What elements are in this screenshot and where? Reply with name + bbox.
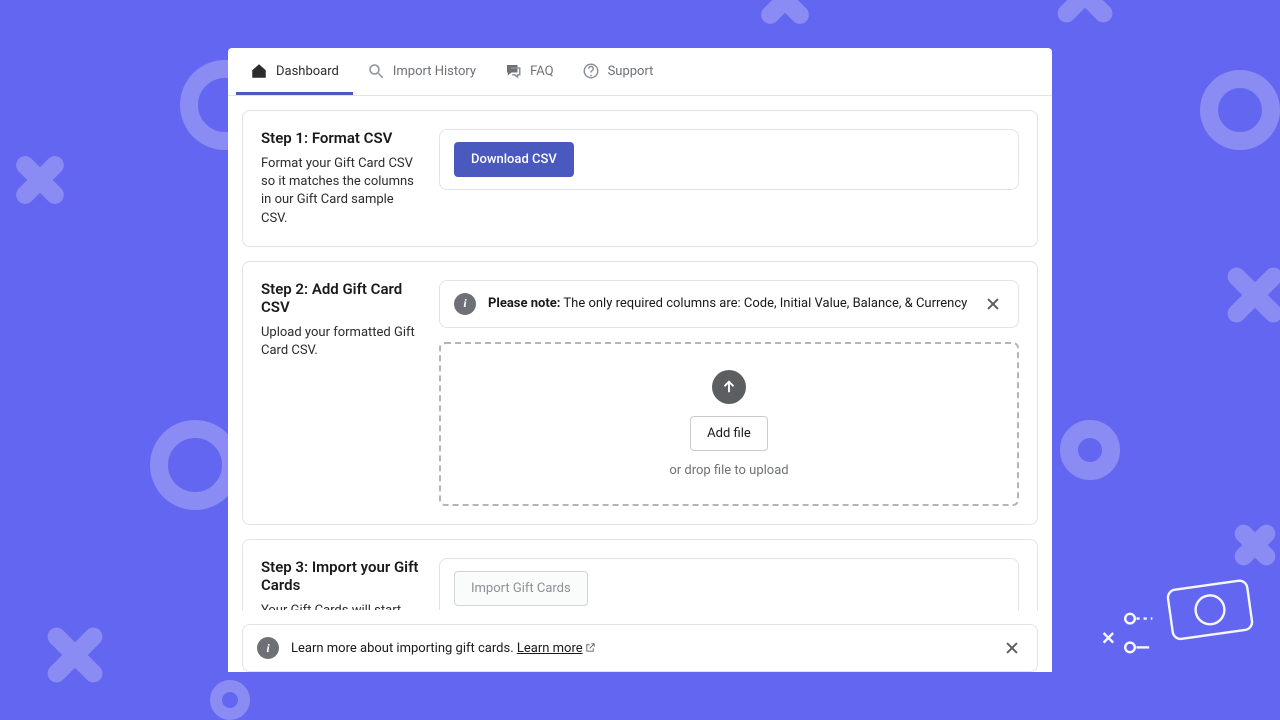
info-icon: i xyxy=(257,637,279,659)
required-columns-note: i Please note: The only required columns… xyxy=(439,280,1019,328)
tab-import-history[interactable]: Import History xyxy=(353,48,490,95)
step1-desc: Format your Gift Card CSV so it matches … xyxy=(261,155,421,228)
footer-banner: i Learn more about importing gift cards.… xyxy=(242,624,1038,672)
close-footer-button[interactable] xyxy=(1001,637,1023,659)
tab-label: Import History xyxy=(393,64,476,79)
learn-more-link[interactable]: Learn more xyxy=(517,641,596,656)
note-bold: Please note: xyxy=(488,296,560,311)
step2-title: Step 2: Add Gift Card CSV xyxy=(261,280,421,316)
hero-illustration xyxy=(1098,576,1258,670)
step1-title: Step 1: Format CSV xyxy=(261,129,421,147)
chat-icon xyxy=(504,62,522,80)
tab-dashboard[interactable]: Dashboard xyxy=(236,48,353,95)
help-icon xyxy=(582,62,600,80)
step3-card: Step 3: Import your Gift Cards Your Gift… xyxy=(242,539,1038,610)
footer-text: Learn more about importing gift cards. L… xyxy=(291,641,989,656)
drop-hint: or drop file to upload xyxy=(669,463,788,478)
upload-icon xyxy=(712,370,746,404)
add-file-button[interactable]: Add file xyxy=(690,416,768,451)
step1-card: Step 1: Format CSV Format your Gift Card… xyxy=(242,110,1038,247)
tab-support[interactable]: Support xyxy=(568,48,668,95)
download-csv-button[interactable]: Download CSV xyxy=(454,142,574,177)
external-link-icon xyxy=(585,642,596,653)
step3-panel: Import Gift Cards xyxy=(439,558,1019,610)
tab-label: FAQ xyxy=(530,64,553,79)
tab-label: Support xyxy=(608,64,654,79)
info-icon: i xyxy=(454,293,476,315)
tab-label: Dashboard xyxy=(276,64,339,79)
import-gift-cards-button[interactable]: Import Gift Cards xyxy=(454,571,588,606)
note-rest: The only required columns are: Code, Ini… xyxy=(560,296,967,311)
app-window: Dashboard Import History FAQ Support Ste… xyxy=(228,48,1052,672)
tab-faq[interactable]: FAQ xyxy=(490,48,567,95)
learn-more-label: Learn more xyxy=(517,641,583,656)
step2-desc: Upload your formatted Gift Card CSV. xyxy=(261,324,421,360)
close-note-button[interactable] xyxy=(982,293,1004,315)
step2-card: Step 2: Add Gift Card CSV Upload your fo… xyxy=(242,261,1038,525)
note-text: Please note: The only required columns a… xyxy=(488,296,970,311)
step3-title: Step 3: Import your Gift Cards xyxy=(261,558,421,594)
step1-panel: Download CSV xyxy=(439,129,1019,190)
tab-bar: Dashboard Import History FAQ Support xyxy=(228,48,1052,96)
search-icon xyxy=(367,62,385,80)
footer-text-main: Learn more about importing gift cards. xyxy=(291,641,517,656)
step3-desc: Your Gift Cards will start importing int… xyxy=(261,602,421,610)
home-icon xyxy=(250,62,268,80)
file-dropzone[interactable]: Add file or drop file to upload xyxy=(439,342,1019,506)
content-area: Step 1: Format CSV Format your Gift Card… xyxy=(228,96,1052,610)
